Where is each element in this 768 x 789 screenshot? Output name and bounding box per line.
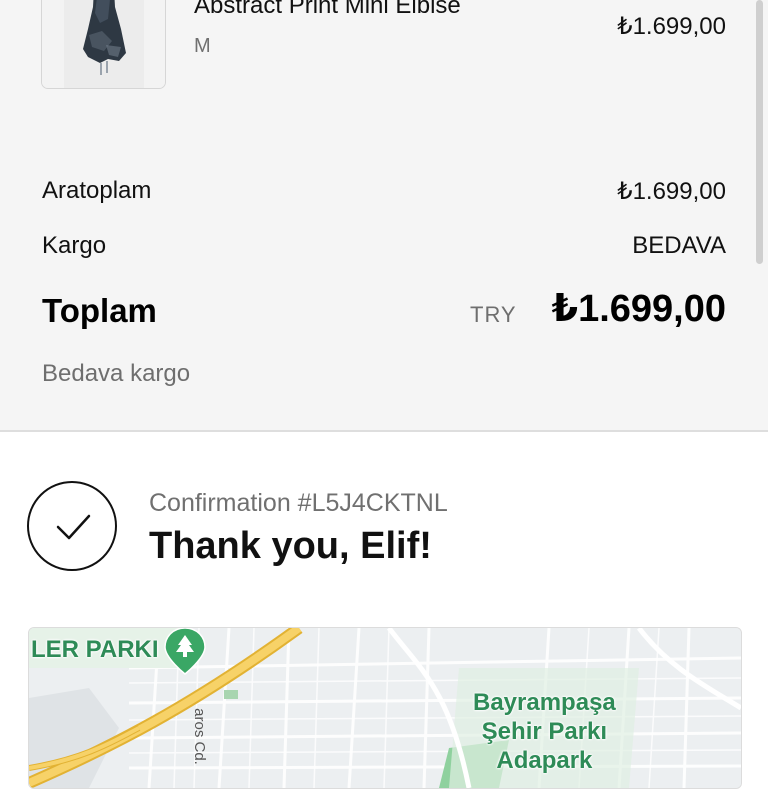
confirmation-number: Confirmation #L5J4CKTNL: [149, 489, 448, 517]
dress-image: [42, 0, 165, 88]
map-label-park: LER PARKI: [31, 636, 159, 663]
order-summary: Abstract Print Mini Elbise M ₺1.699,00 A…: [0, 0, 768, 432]
subtotal-value: ₺1.699,00: [617, 178, 726, 205]
product-name: Abstract Print Mini Elbise: [194, 0, 461, 19]
map-label-bayrampasa: Bayrampaşa Şehir Parkı Adapark: [473, 689, 616, 774]
thank-you-heading: Thank you, Elif!: [149, 525, 432, 567]
product-price: ₺1.699,00: [617, 13, 726, 40]
map-view[interactable]: LER PARKI Bayrampaşa Şehir Parkı Adapark…: [28, 627, 742, 789]
map-label-street: aros Cd.: [190, 708, 208, 765]
total-amount: ₺1.699,00: [551, 288, 726, 330]
product-thumbnail[interactable]: [41, 0, 166, 89]
total-currency: TRY: [470, 302, 517, 327]
shipping-value: BEDAVA: [632, 232, 726, 259]
scrollbar[interactable]: [756, 0, 763, 264]
total-label: Toplam: [42, 292, 157, 329]
shipping-note: Bedava kargo: [42, 360, 191, 387]
product-variant: M: [194, 35, 211, 57]
check-circle-icon: [27, 481, 117, 571]
shipping-label: Kargo: [42, 232, 107, 259]
subtotal-label: Aratoplam: [42, 177, 152, 204]
